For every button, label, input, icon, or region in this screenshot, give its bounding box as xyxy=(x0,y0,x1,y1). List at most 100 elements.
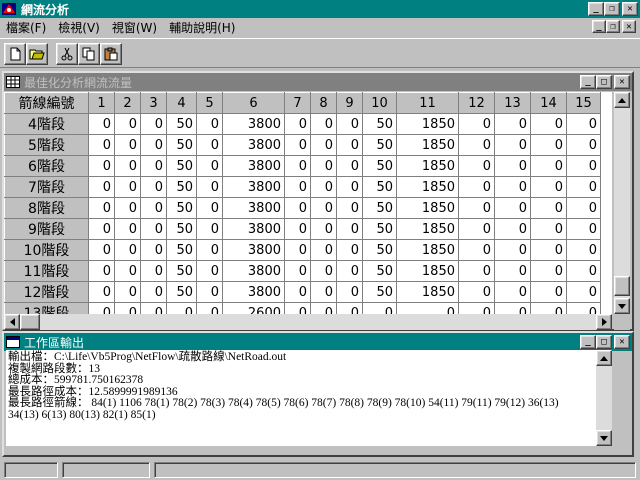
grid-cell[interactable]: 0 xyxy=(530,218,567,240)
grid-cell[interactable]: 0 xyxy=(284,113,311,135)
grid-cell[interactable]: 0 xyxy=(114,281,141,303)
grid-cell[interactable]: 50 xyxy=(166,239,197,261)
grid-cell[interactable]: 0 xyxy=(284,155,311,177)
grid-cell[interactable]: 0 xyxy=(196,113,223,135)
open-icon[interactable] xyxy=(26,43,48,65)
scroll-up-button[interactable] xyxy=(614,92,630,108)
grid-cell[interactable]: 0 xyxy=(114,113,141,135)
grid-cell[interactable]: 0 xyxy=(566,260,601,282)
grid-cell[interactable]: 0 xyxy=(336,113,363,135)
grid-cell[interactable]: 0 xyxy=(530,281,567,303)
grid-cell[interactable]: 0 xyxy=(494,218,531,240)
new-icon[interactable] xyxy=(4,43,26,65)
grid-cell[interactable]: 50 xyxy=(166,281,197,303)
grid-cell[interactable]: 0 xyxy=(494,197,531,219)
grid-cell[interactable]: 0 xyxy=(336,197,363,219)
grid-cell[interactable]: 1850 xyxy=(396,113,459,135)
row-header[interactable]: 10階段 xyxy=(4,239,89,261)
copy-icon[interactable] xyxy=(78,43,100,65)
grid-cell[interactable]: 0 xyxy=(336,239,363,261)
grid-cell[interactable]: 0 xyxy=(114,260,141,282)
grid-cell[interactable]: 50 xyxy=(362,197,397,219)
app-minimize-button[interactable]: _ xyxy=(588,2,604,16)
column-header[interactable]: 9 xyxy=(336,92,363,114)
grid-cell[interactable]: 0 xyxy=(458,239,495,261)
column-header[interactable]: 6 xyxy=(222,92,285,114)
grid-cell[interactable]: 3800 xyxy=(222,281,285,303)
output-minimize-button[interactable]: _ xyxy=(580,335,596,349)
grid-cell[interactable]: 50 xyxy=(166,218,197,240)
grid-minimize-button[interactable]: _ xyxy=(580,75,596,89)
app-titlebar[interactable]: 網流分析 _ ❐ ✕ xyxy=(0,0,640,18)
grid-cell[interactable]: 3800 xyxy=(222,260,285,282)
grid-cell[interactable]: 0 xyxy=(494,281,531,303)
grid-cell[interactable]: 0 xyxy=(88,260,115,282)
grid-cell[interactable]: 0 xyxy=(458,260,495,282)
grid-cell[interactable]: 0 xyxy=(140,260,167,282)
menu-view[interactable]: 檢視(V) xyxy=(52,19,106,37)
output-textarea[interactable]: 輸出檔：C:\Life\Vb5Prog\NetFlow\疏散路線\NetRoad… xyxy=(6,350,597,446)
row-header[interactable]: 13階段 xyxy=(4,302,89,314)
row-header[interactable]: 8階段 xyxy=(4,197,89,219)
grid-cell[interactable]: 0 xyxy=(284,218,311,240)
grid-cell[interactable]: 0 xyxy=(140,155,167,177)
grid-cell[interactable]: 0 xyxy=(114,134,141,156)
column-header[interactable]: 15 xyxy=(566,92,601,114)
grid-cell[interactable]: 3800 xyxy=(222,197,285,219)
column-header[interactable]: 5 xyxy=(196,92,223,114)
grid-cell[interactable]: 0 xyxy=(566,239,601,261)
grid-vertical-scrollbar[interactable] xyxy=(614,92,630,314)
grid-cell[interactable]: 3800 xyxy=(222,155,285,177)
output-maximize-button[interactable]: □ xyxy=(596,335,612,349)
grid-cell[interactable]: 0 xyxy=(458,113,495,135)
grid-cell[interactable]: 0 xyxy=(284,176,311,198)
grid-cell[interactable]: 0 xyxy=(336,155,363,177)
grid-cell[interactable]: 0 xyxy=(566,302,601,314)
grid-cell[interactable]: 0 xyxy=(196,155,223,177)
grid-cell[interactable]: 0 xyxy=(458,176,495,198)
grid-cell[interactable]: 0 xyxy=(196,260,223,282)
column-header[interactable]: 4 xyxy=(166,92,197,114)
grid-cell[interactable]: 0 xyxy=(566,113,601,135)
grid-cell[interactable]: 0 xyxy=(530,302,567,314)
grid-cell[interactable]: 1850 xyxy=(396,281,459,303)
app-icon[interactable] xyxy=(1,1,17,17)
grid-cell[interactable]: 0 xyxy=(566,155,601,177)
grid-cell[interactable]: 0 xyxy=(566,197,601,219)
grid-cell[interactable]: 0 xyxy=(310,239,337,261)
menu-help[interactable]: 輔助說明(H) xyxy=(163,19,241,37)
grid-cell[interactable]: 0 xyxy=(530,197,567,219)
grid-cell[interactable]: 1850 xyxy=(396,239,459,261)
grid-cell[interactable]: 50 xyxy=(166,113,197,135)
column-header[interactable]: 14 xyxy=(530,92,567,114)
scroll-right-button[interactable] xyxy=(596,314,612,330)
grid-cell[interactable]: 0 xyxy=(88,134,115,156)
mdi-minimize-button[interactable]: _ xyxy=(592,20,606,33)
output-window-titlebar[interactable]: 工作區輸出 _ □ ✕ xyxy=(4,333,632,351)
grid-cell[interactable]: 0 xyxy=(336,260,363,282)
grid-cell[interactable]: 0 xyxy=(530,155,567,177)
grid-cell[interactable]: 0 xyxy=(530,260,567,282)
grid-cell[interactable]: 0 xyxy=(566,176,601,198)
grid-cell[interactable]: 0 xyxy=(310,218,337,240)
grid-cell[interactable]: 0 xyxy=(166,302,197,314)
grid-cell[interactable]: 0 xyxy=(494,302,531,314)
grid-cell[interactable]: 0 xyxy=(88,176,115,198)
grid-cell[interactable]: 0 xyxy=(196,239,223,261)
column-header[interactable]: 12 xyxy=(458,92,495,114)
grid-cell[interactable]: 0 xyxy=(140,176,167,198)
grid-cell[interactable]: 50 xyxy=(362,134,397,156)
grid-cell[interactable]: 1850 xyxy=(396,176,459,198)
cut-icon[interactable] xyxy=(56,43,78,65)
grid-cell[interactable]: 0 xyxy=(114,176,141,198)
grid-cell[interactable]: 0 xyxy=(114,218,141,240)
grid-cell[interactable]: 0 xyxy=(88,218,115,240)
column-header[interactable]: 8 xyxy=(310,92,337,114)
grid-cell[interactable]: 50 xyxy=(166,155,197,177)
grid-cell[interactable]: 0 xyxy=(310,197,337,219)
grid-cell[interactable]: 0 xyxy=(310,302,337,314)
row-header[interactable]: 9階段 xyxy=(4,218,89,240)
grid-cell[interactable]: 0 xyxy=(336,281,363,303)
grid-cell[interactable]: 0 xyxy=(140,239,167,261)
scroll-thumb[interactable] xyxy=(614,276,630,296)
